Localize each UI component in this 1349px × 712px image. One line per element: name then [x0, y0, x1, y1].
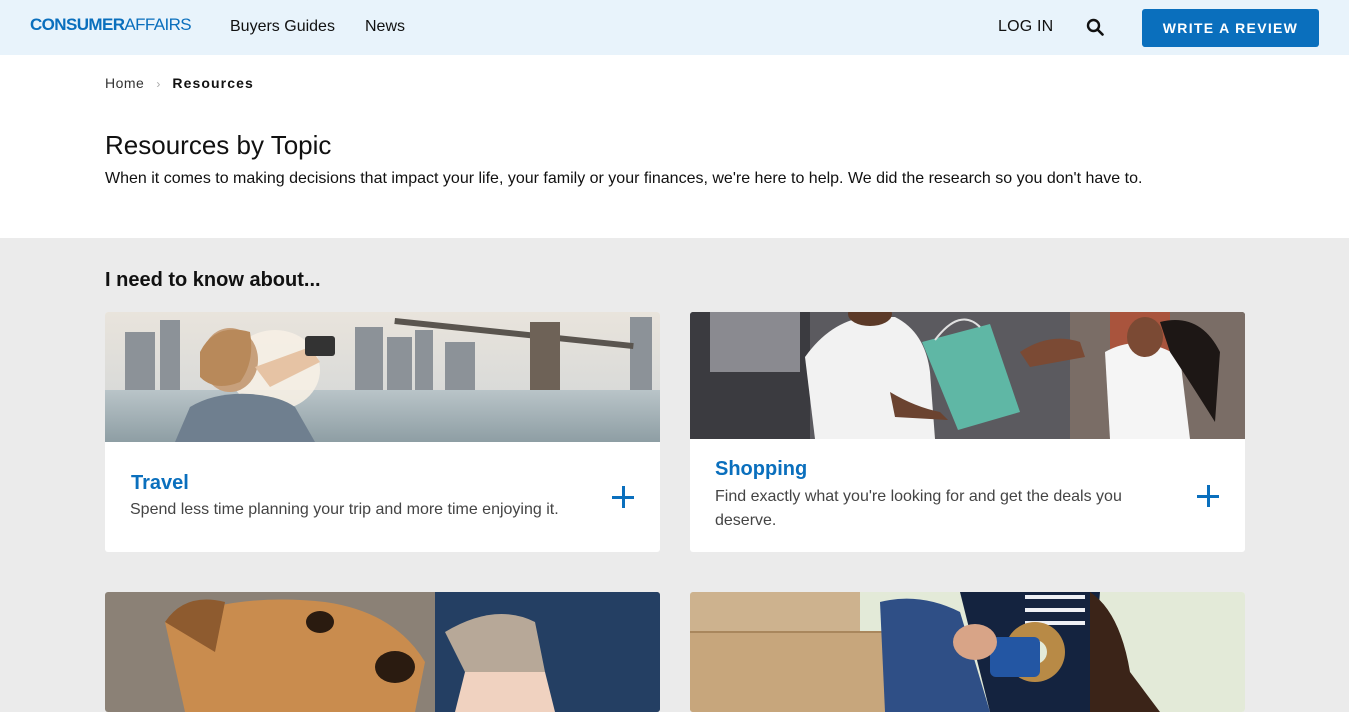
travel-photo	[105, 312, 660, 442]
shopping-photo	[690, 312, 1245, 439]
nav-link-buyers-guides[interactable]: Buyers Guides	[230, 18, 335, 36]
breadcrumb-current: Resources	[172, 75, 254, 91]
topic-card-pets[interactable]	[105, 592, 660, 712]
travel-card-description: Spend less time planning your trip and m…	[130, 501, 559, 518]
shopping-card-title[interactable]: Shopping	[715, 458, 807, 481]
topic-card-travel[interactable]: Travel Spend less time planning your tri…	[105, 312, 660, 552]
breadcrumb-home-link[interactable]: Home	[105, 75, 144, 91]
shopping-card-description: Find exactly what you're looking for and…	[715, 488, 1122, 529]
logo-bold-text: CONSUMER	[30, 15, 125, 34]
topics-heading: I need to know about...	[105, 269, 321, 291]
nav-link-news[interactable]: News	[365, 18, 405, 36]
topic-card-shopping[interactable]: Shopping Find exactly what you're lookin…	[690, 312, 1245, 552]
write-review-button[interactable]: WRITE A REVIEW	[1142, 9, 1319, 47]
shopping-expand-plus-icon[interactable]	[1197, 485, 1219, 507]
intro-section: Home › Resources Resources by Topic When i…	[0, 55, 1349, 238]
logo-light-text: AFFAIRS	[124, 15, 192, 34]
site-logo[interactable]: CONSUMERAFFAIRS	[30, 15, 192, 35]
login-link[interactable]: LOG IN	[998, 18, 1053, 36]
pets-photo	[105, 592, 660, 712]
page-title: Resources by Topic	[105, 130, 332, 160]
page-description: When it comes to making decisions that i…	[105, 170, 1143, 187]
site-header: CONSUMERAFFAIRS Buyers Guides News LOG I…	[0, 0, 1349, 55]
search-icon[interactable]	[1086, 18, 1104, 36]
breadcrumb: Home › Resources	[105, 75, 254, 91]
travel-expand-plus-icon[interactable]	[612, 486, 634, 508]
breadcrumb-separator-icon: ›	[156, 77, 161, 91]
topic-card-moving[interactable]	[690, 592, 1245, 712]
moving-photo	[690, 592, 1245, 712]
travel-card-title[interactable]: Travel	[131, 472, 189, 495]
